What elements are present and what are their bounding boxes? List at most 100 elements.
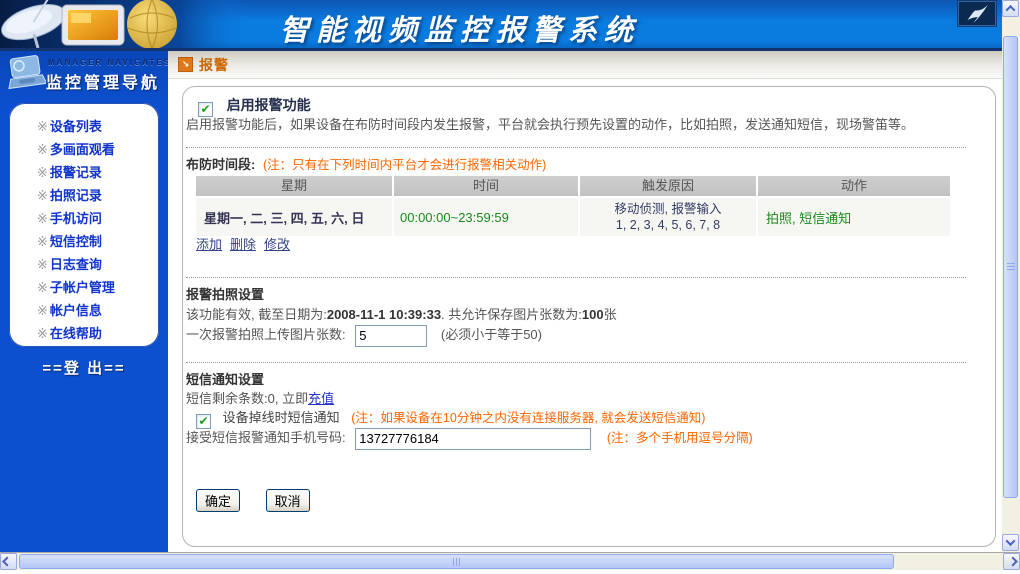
sidebar-header: MANAGER NAVIGATES 监控管理导航 [0, 51, 168, 99]
asterisk-bullet-icon: ※ [37, 280, 48, 295]
sidebar-item-label: 报警记录 [50, 165, 102, 180]
logout-button[interactable]: ==登 出== [0, 357, 168, 378]
sms-balance-row: 短信剩余条数:0, 立即充值 [186, 388, 334, 407]
asterisk-bullet-icon: ※ [37, 188, 48, 203]
phone-number-input[interactable] [355, 428, 591, 450]
app-title: 智能视频监控报警系统 [280, 7, 640, 49]
sidebar-item-label: 设备列表 [50, 119, 102, 134]
modify-link[interactable]: 修改 [264, 237, 290, 252]
column-header-action: 动作 [758, 176, 950, 196]
scroll-up-button[interactable] [1002, 0, 1019, 17]
sidebar-item-online-help[interactable]: ※在线帮助 [9, 322, 159, 345]
asterisk-bullet-icon: ※ [37, 234, 48, 249]
sms-settings-heading: 短信通知设置 [186, 369, 264, 388]
sidebar-item-log-query[interactable]: ※日志查询 [9, 253, 159, 276]
alarm-section-icon: ↘ [178, 57, 193, 72]
cell-week: 星期一, 二, 三, 四, 五, 六, 日 [196, 198, 394, 236]
scroll-down-button[interactable] [1002, 534, 1019, 551]
offline-sms-row: ✔ 设备掉线时短信通知 (注：如果设备在10分钟之内没有连接服务器, 就会发送短… [196, 407, 705, 429]
upload-count-label: 一次报警拍照上传图片张数: [186, 327, 346, 342]
laptop-icon [6, 55, 46, 91]
separator [186, 362, 966, 363]
chevron-left-icon [2, 557, 12, 567]
add-link[interactable]: 添加 [196, 237, 222, 252]
cancel-button[interactable]: 取消 [266, 489, 310, 512]
chevron-up-icon [1006, 5, 1016, 15]
sidebar-item-label: 子帐户管理 [50, 280, 115, 295]
upload-count-note: (必须小于等于50) [441, 327, 542, 342]
photo-settings-heading: 报警拍照设置 [186, 284, 264, 303]
sidebar-item-label: 在线帮助 [50, 326, 102, 341]
recharge-link[interactable]: 充值 [308, 391, 334, 406]
sidebar-item-label: 帐户信息 [50, 303, 102, 318]
schedule-table-row[interactable]: 星期一, 二, 三, 四, 五, 六, 日 00:00:00~23:59:59 … [196, 198, 950, 236]
sidebar-item-label: 日志查询 [50, 257, 102, 272]
enable-alarm-description: 启用报警功能后，如果设备在布防时间段内发生报警，平台就会执行预先设置的动作，比如… [186, 114, 914, 133]
form-buttons-row: 确定 取消 [196, 489, 310, 512]
cell-action: 拍照, 短信通知 [758, 198, 950, 236]
schedule-actions: 添加删除修改 [196, 234, 298, 253]
upload-count-row: 一次报警拍照上传图片张数: (必须小于等于50) [186, 324, 542, 347]
sidebar-item-multi-view[interactable]: ※多画面观看 [9, 138, 159, 161]
scroll-right-button[interactable] [1003, 553, 1020, 570]
chevron-right-icon [1008, 557, 1018, 567]
sidebar-item-account-info[interactable]: ※帐户信息 [9, 299, 159, 322]
asterisk-bullet-icon: ※ [37, 211, 48, 226]
sidebar-item-subaccount-management[interactable]: ※子帐户管理 [9, 276, 159, 299]
satellite-dish-artwork [0, 0, 250, 48]
enable-alarm-label: 启用报警功能 [227, 97, 311, 113]
separator [186, 277, 966, 278]
sidebar-item-label: 手机访问 [50, 211, 102, 226]
sidebar-item-device-list[interactable]: ※设备列表 [9, 115, 159, 138]
cell-trigger: 移动侦测, 报警输入 1, 2, 3, 4, 5, 6, 7, 8 [580, 198, 758, 236]
sidebar-item-photo-records[interactable]: ※拍照记录 [9, 184, 159, 207]
schedule-table-header: 星期 时间 触发原因 动作 [196, 176, 950, 196]
column-header-time: 时间 [394, 176, 580, 196]
thumb-grip-icon [453, 558, 461, 566]
asterisk-bullet-icon: ※ [37, 142, 48, 157]
offline-sms-note: (注：如果设备在10分钟之内没有连接服务器, 就会发送短信通知) [351, 411, 705, 425]
allowed-photo-count: 100 [582, 307, 604, 322]
sidebar-item-label: 多画面观看 [50, 142, 115, 157]
schedule-heading: 布防时间段: [186, 157, 255, 172]
chevron-down-icon [1006, 536, 1016, 546]
horizontal-scrollbar[interactable] [0, 552, 1020, 570]
phone-number-row: 接受短信报警通知手机号码: (注：多个手机用逗号分隔) [186, 427, 753, 450]
asterisk-bullet-icon: ※ [37, 303, 48, 318]
vertical-scrollbar[interactable] [1002, 0, 1020, 552]
phone-number-note: (注：多个手机用逗号分隔) [607, 431, 753, 445]
monitor-icon [62, 5, 124, 45]
brand-subtitle: MANAGER NAVIGATES [48, 58, 171, 67]
swallow-logo-icon[interactable] [958, 1, 996, 26]
asterisk-bullet-icon: ※ [37, 165, 48, 180]
offline-sms-label: 设备掉线时短信通知 [223, 410, 340, 425]
check-icon: ✔ [198, 414, 208, 428]
delete-link[interactable]: 删除 [230, 237, 256, 252]
asterisk-bullet-icon: ※ [37, 119, 48, 134]
upload-count-input[interactable] [355, 325, 427, 347]
sidebar-item-label: 短信控制 [50, 234, 102, 249]
sidebar-menu: ※设备列表 ※多画面观看 ※报警记录 ※拍照记录 ※手机访问 ※短信控制 ※日志… [9, 103, 159, 347]
thumb-grip-icon [1007, 263, 1015, 271]
sidebar-item-alarm-records[interactable]: ※报警记录 [9, 161, 159, 184]
scroll-left-button[interactable] [0, 553, 17, 570]
sidebar: MANAGER NAVIGATES 监控管理导航 ※设备列表 ※多画面观看 ※报… [0, 51, 168, 552]
vertical-scrollbar-thumb[interactable] [1003, 36, 1018, 498]
column-header-week: 星期 [196, 176, 394, 196]
photo-validity-text: 该功能有效, 截至日期为:2008-11-1 10:39:33. 共允许保存图片… [186, 304, 617, 323]
top-banner: 智能视频监控报警系统 [0, 0, 1002, 48]
horizontal-scrollbar-thumb[interactable] [19, 554, 894, 569]
asterisk-bullet-icon: ※ [37, 326, 48, 341]
validity-date: 2008-11-1 10:39:33 [327, 307, 441, 322]
ok-button[interactable]: 确定 [196, 489, 240, 512]
brand-title: 监控管理导航 [46, 69, 160, 93]
sidebar-item-sms-control[interactable]: ※短信控制 [9, 230, 159, 253]
globe-icon [127, 0, 177, 48]
schedule-note: (注：只有在下列时间内平台才会进行报警相关动作) [263, 158, 546, 172]
cell-time: 00:00:00~23:59:59 [394, 198, 580, 236]
column-header-trigger: 触发原因 [580, 176, 758, 196]
asterisk-bullet-icon: ※ [37, 257, 48, 272]
page-title: 报警 [199, 55, 229, 75]
phone-number-label: 接受短信报警通知手机号码: [186, 430, 346, 445]
sidebar-item-mobile-access[interactable]: ※手机访问 [9, 207, 159, 230]
